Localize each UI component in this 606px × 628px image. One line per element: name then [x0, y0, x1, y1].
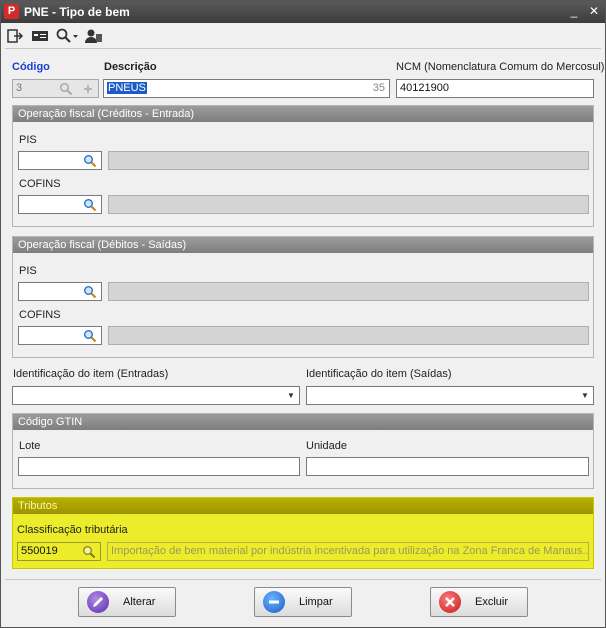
dialog-window: P PNE - Tipo de bem _ ✕ Código 3 Descriç…: [0, 0, 606, 628]
limpar-label: Limpar: [299, 596, 333, 608]
alterar-button[interactable]: Alterar: [78, 587, 176, 617]
pis-entrada-input[interactable]: [18, 151, 102, 170]
classificacao-description: Importação de bem material por indústria…: [107, 542, 589, 561]
lote-label: Lote: [19, 440, 41, 452]
footer-divider: [5, 579, 601, 580]
ncm-label: NCM (Nomenclatura Comum do Mercosul): [396, 61, 605, 73]
unidade-label: Unidade: [306, 440, 347, 452]
minus-icon: [263, 591, 285, 613]
ncm-input[interactable]: 40121900: [396, 79, 594, 98]
chevron-down-icon[interactable]: ▼: [285, 389, 297, 402]
group-operacao-entrada: Operação fiscal (Créditos - Entrada) PIS…: [12, 105, 594, 227]
codigo-field: 3: [12, 79, 99, 98]
pis-saida-input[interactable]: [18, 282, 102, 301]
cofins-saida-input[interactable]: [18, 326, 102, 345]
ident-entradas-label: Identificação do item (Entradas): [13, 368, 169, 380]
limpar-button[interactable]: Limpar: [254, 587, 352, 617]
ident-saidas-select[interactable]: ▼: [306, 386, 594, 405]
cofins-saida-description: [108, 326, 589, 345]
toolbar: [1, 23, 605, 49]
pis-saida-description: [108, 282, 589, 301]
search-icon: [59, 82, 73, 96]
descricao-maxlength: 35: [372, 82, 385, 94]
minimize-button[interactable]: _: [565, 3, 583, 20]
excluir-button[interactable]: Excluir: [430, 587, 528, 617]
group-tributos-header: Tributos: [13, 498, 593, 514]
search-dropdown-icon[interactable]: [54, 26, 80, 46]
pis-entrada-description: [108, 151, 589, 170]
exit-icon[interactable]: [6, 26, 24, 46]
ident-entradas-select[interactable]: ▼: [12, 386, 300, 405]
cofins-entrada-description: [108, 195, 589, 214]
search-icon[interactable]: [83, 198, 97, 212]
search-icon[interactable]: [83, 329, 97, 343]
group-codigo-gtin-header: Código GTIN: [13, 414, 593, 430]
codigo-label: Código: [12, 61, 50, 73]
window-title: PNE - Tipo de bem: [24, 5, 130, 19]
close-x-icon: [439, 591, 461, 613]
search-icon[interactable]: [82, 545, 96, 559]
user-icon[interactable]: [84, 26, 104, 46]
classificacao-code-input[interactable]: 550019: [17, 542, 101, 561]
group-tributos: Tributos Classificação tributária 550019…: [12, 497, 594, 569]
group-codigo-gtin: Código GTIN Lote Unidade: [12, 413, 594, 489]
codigo-value: 3: [16, 82, 23, 94]
group-operacao-saida: Operação fiscal (Débitos - Saídas) PIS C…: [12, 236, 594, 358]
excluir-label: Excluir: [475, 596, 509, 608]
classificacao-tributaria-label: Classificação tributária: [17, 524, 128, 536]
group-operacao-entrada-header: Operação fiscal (Créditos - Entrada): [13, 106, 593, 122]
toolbar-divider: [5, 48, 601, 49]
cofins-entrada-label: COFINS: [19, 178, 61, 190]
group-operacao-saida-header: Operação fiscal (Débitos - Saídas): [13, 237, 593, 253]
cofins-entrada-input[interactable]: [18, 195, 102, 214]
descricao-label: Descrição: [104, 61, 157, 73]
plus-icon: [84, 85, 92, 93]
lote-input[interactable]: [18, 457, 300, 476]
pis-saida-label: PIS: [19, 265, 37, 277]
edit-brush-icon: [87, 591, 109, 613]
search-icon[interactable]: [83, 285, 97, 299]
ncm-value: 40121900: [400, 82, 449, 94]
app-logo-icon: P: [4, 4, 19, 19]
card-icon[interactable]: [30, 26, 50, 46]
search-icon[interactable]: [83, 154, 97, 168]
classificacao-description-text: Importação de bem material por indústria…: [111, 545, 589, 557]
alterar-label: Alterar: [123, 596, 156, 608]
close-button[interactable]: ✕: [585, 3, 603, 20]
ident-saidas-label: Identificação do item (Saídas): [306, 368, 452, 380]
descricao-value: PNEUS: [107, 82, 147, 94]
title-bar: P PNE - Tipo de bem _ ✕: [1, 1, 605, 23]
chevron-down-icon[interactable]: ▼: [579, 389, 591, 402]
cofins-saida-label: COFINS: [19, 309, 61, 321]
descricao-input[interactable]: PNEUS 35: [103, 79, 390, 98]
classificacao-code-value: 550019: [21, 545, 58, 557]
pis-entrada-label: PIS: [19, 134, 37, 146]
unidade-input[interactable]: [306, 457, 589, 476]
